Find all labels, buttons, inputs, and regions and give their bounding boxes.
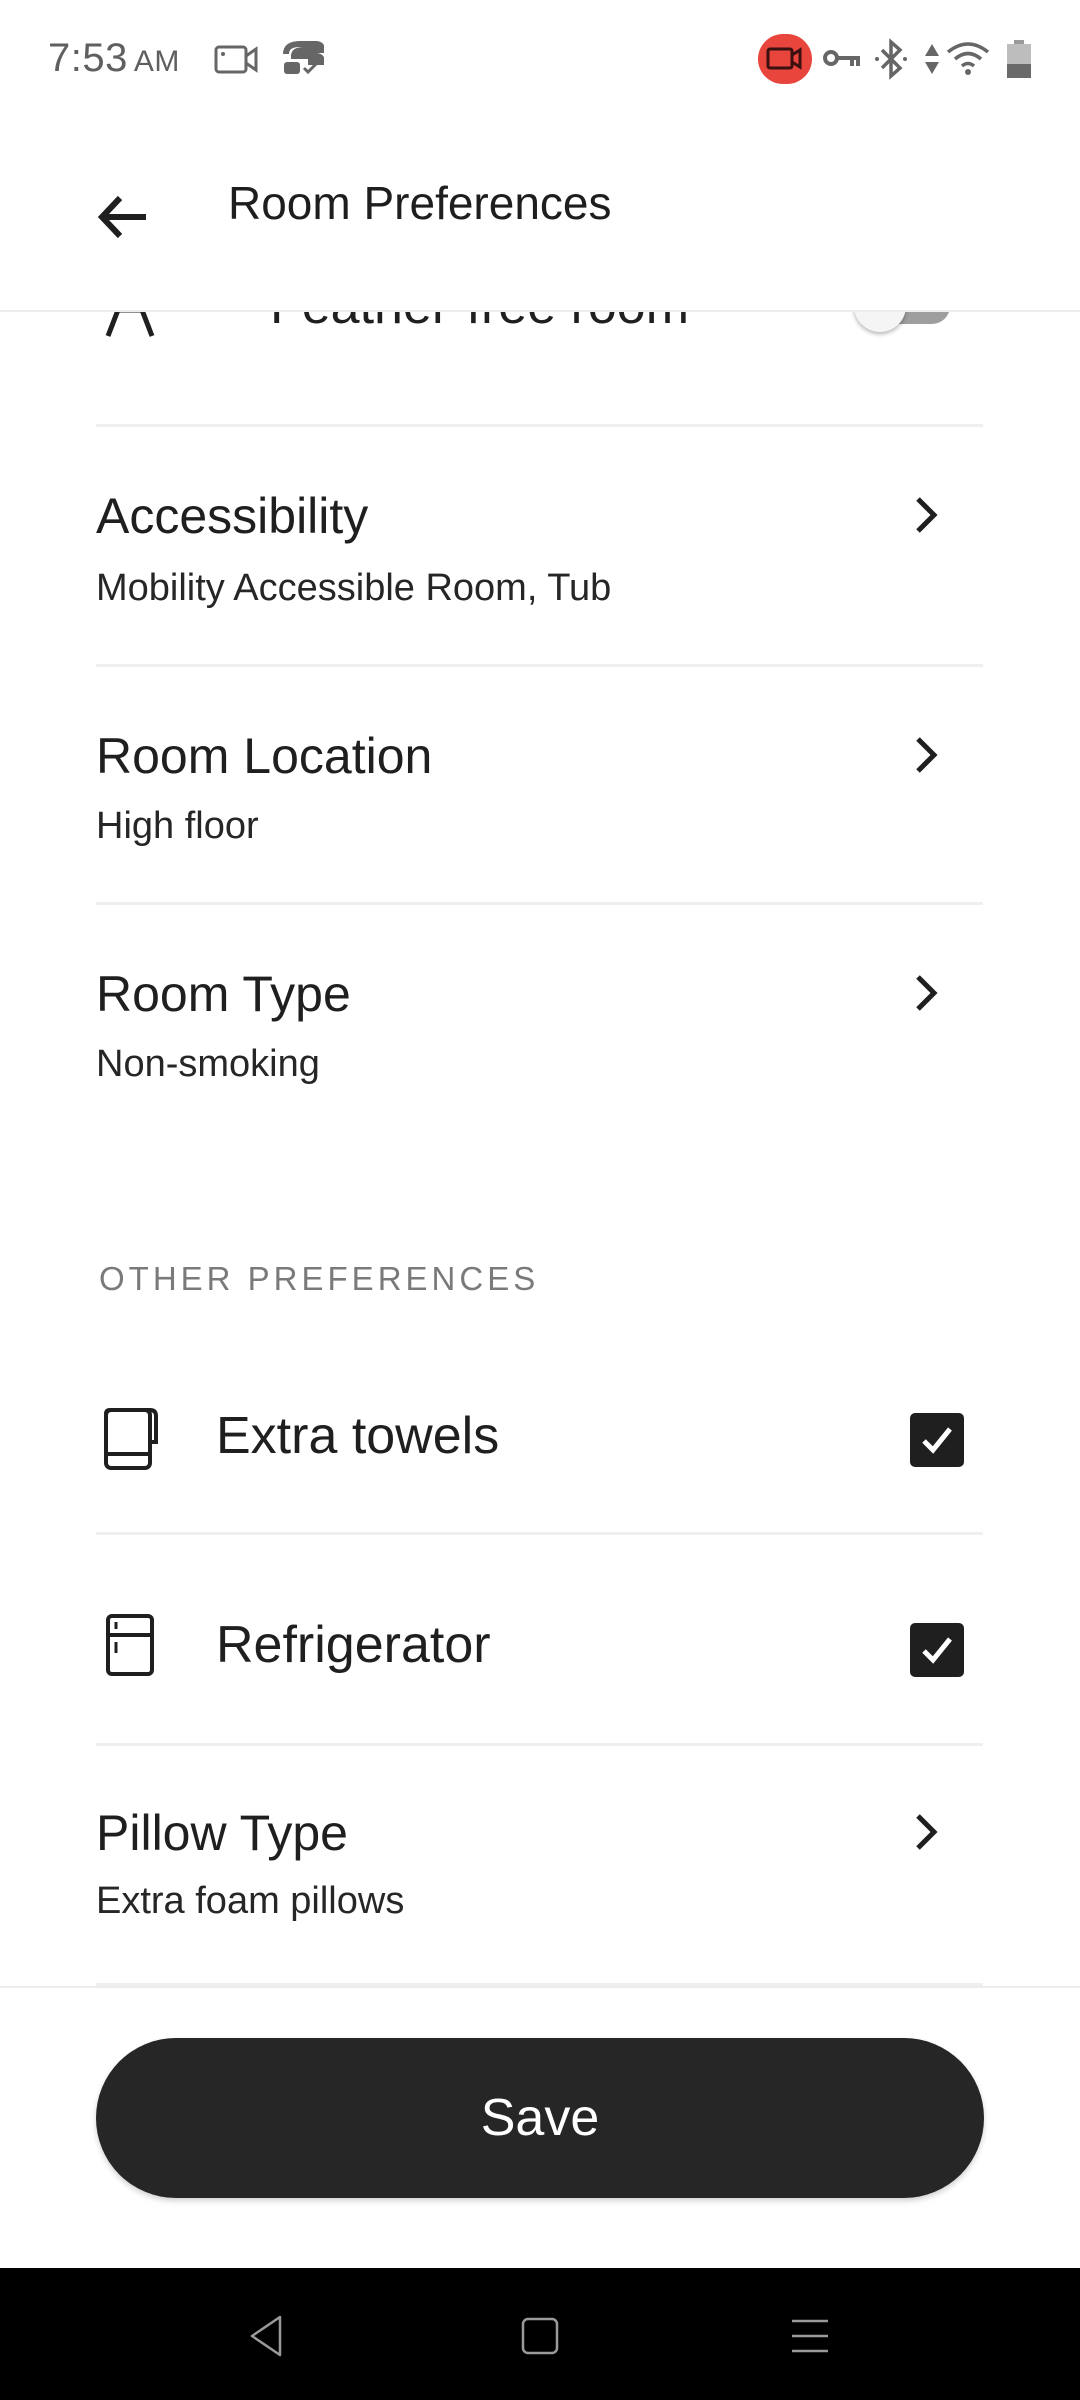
nav-menu-icon[interactable]: [790, 2318, 830, 2354]
chevron-right-icon: [916, 497, 938, 533]
wifi-icon: [946, 42, 990, 75]
room-type-row[interactable]: Room Type Non-smoking: [0, 905, 1080, 1135]
checkmark-icon: [922, 1427, 952, 1454]
room-location-title: Room Location: [96, 728, 433, 784]
bluetooth-icon: [875, 38, 907, 80]
accessibility-row[interactable]: Accessibility Mobility Accessible Room, …: [0, 427, 1080, 664]
recording-indicator-icon: [758, 34, 812, 84]
toggle-knob: [854, 310, 906, 332]
chevron-right-icon: [916, 1814, 938, 1850]
extra-towels-checkbox[interactable]: [910, 1413, 964, 1467]
checkmark-icon: [922, 1637, 952, 1664]
pillow-type-title: Pillow Type: [96, 1805, 348, 1861]
status-time-value: 7:53: [48, 36, 128, 80]
room-location-value: High floor: [96, 805, 259, 847]
refrigerator-row[interactable]: Refrigerator: [0, 1535, 1080, 1743]
save-button[interactable]: Save: [96, 2038, 984, 2198]
accessibility-value: Mobility Accessible Room, Tub: [96, 567, 612, 609]
back-button[interactable]: [88, 182, 158, 252]
feather-free-row[interactable]: Feather-free room: [0, 310, 1080, 420]
extra-towels-label: Extra towels: [216, 1407, 500, 1465]
refrigerator-icon: [106, 1614, 154, 1676]
screen-record-icon: [214, 45, 258, 74]
battery-icon: [1007, 40, 1031, 78]
vpn-key-icon: [823, 50, 860, 66]
feather-free-label: Feather-free room: [270, 310, 689, 336]
preferences-list[interactable]: Feather-free room Accessibility Mobility…: [0, 310, 1080, 1986]
app-header: Room Preferences: [0, 120, 1080, 312]
feather-free-icon: [105, 310, 155, 337]
arrow-left-icon: [97, 195, 146, 239]
accessibility-title: Accessibility: [96, 488, 369, 544]
room-type-value: Non-smoking: [96, 1043, 320, 1085]
footer-bar: Save: [0, 1986, 1080, 2270]
extra-towels-row[interactable]: Extra towels: [0, 1360, 1080, 1530]
refrigerator-label: Refrigerator: [216, 1616, 491, 1674]
chevron-right-icon: [916, 737, 938, 773]
chevron-right-icon: [916, 975, 938, 1011]
towel-icon: [104, 1408, 158, 1470]
room-location-row[interactable]: Room Location High floor: [0, 667, 1080, 902]
vpn-app-icon: [283, 41, 324, 75]
nav-home-icon[interactable]: [520, 2316, 560, 2356]
pillow-type-row[interactable]: Pillow Type Extra foam pillows: [0, 1746, 1080, 1983]
feather-free-toggle[interactable]: [854, 310, 950, 332]
nav-back-icon[interactable]: [246, 2314, 286, 2358]
status-time: 7:53 AM: [48, 36, 180, 81]
data-arrows-icon: [925, 44, 939, 74]
page-title: Room Preferences: [228, 177, 612, 229]
pillow-type-value: Extra foam pillows: [96, 1880, 405, 1922]
status-time-ampm: AM: [133, 45, 180, 78]
refrigerator-checkbox[interactable]: [910, 1623, 964, 1677]
other-preferences-heading: OTHER PREFERENCES: [99, 1260, 540, 1297]
room-type-title: Room Type: [96, 966, 351, 1022]
save-button-label: Save: [480, 2089, 600, 2147]
system-nav-bar: [0, 2268, 1080, 2400]
